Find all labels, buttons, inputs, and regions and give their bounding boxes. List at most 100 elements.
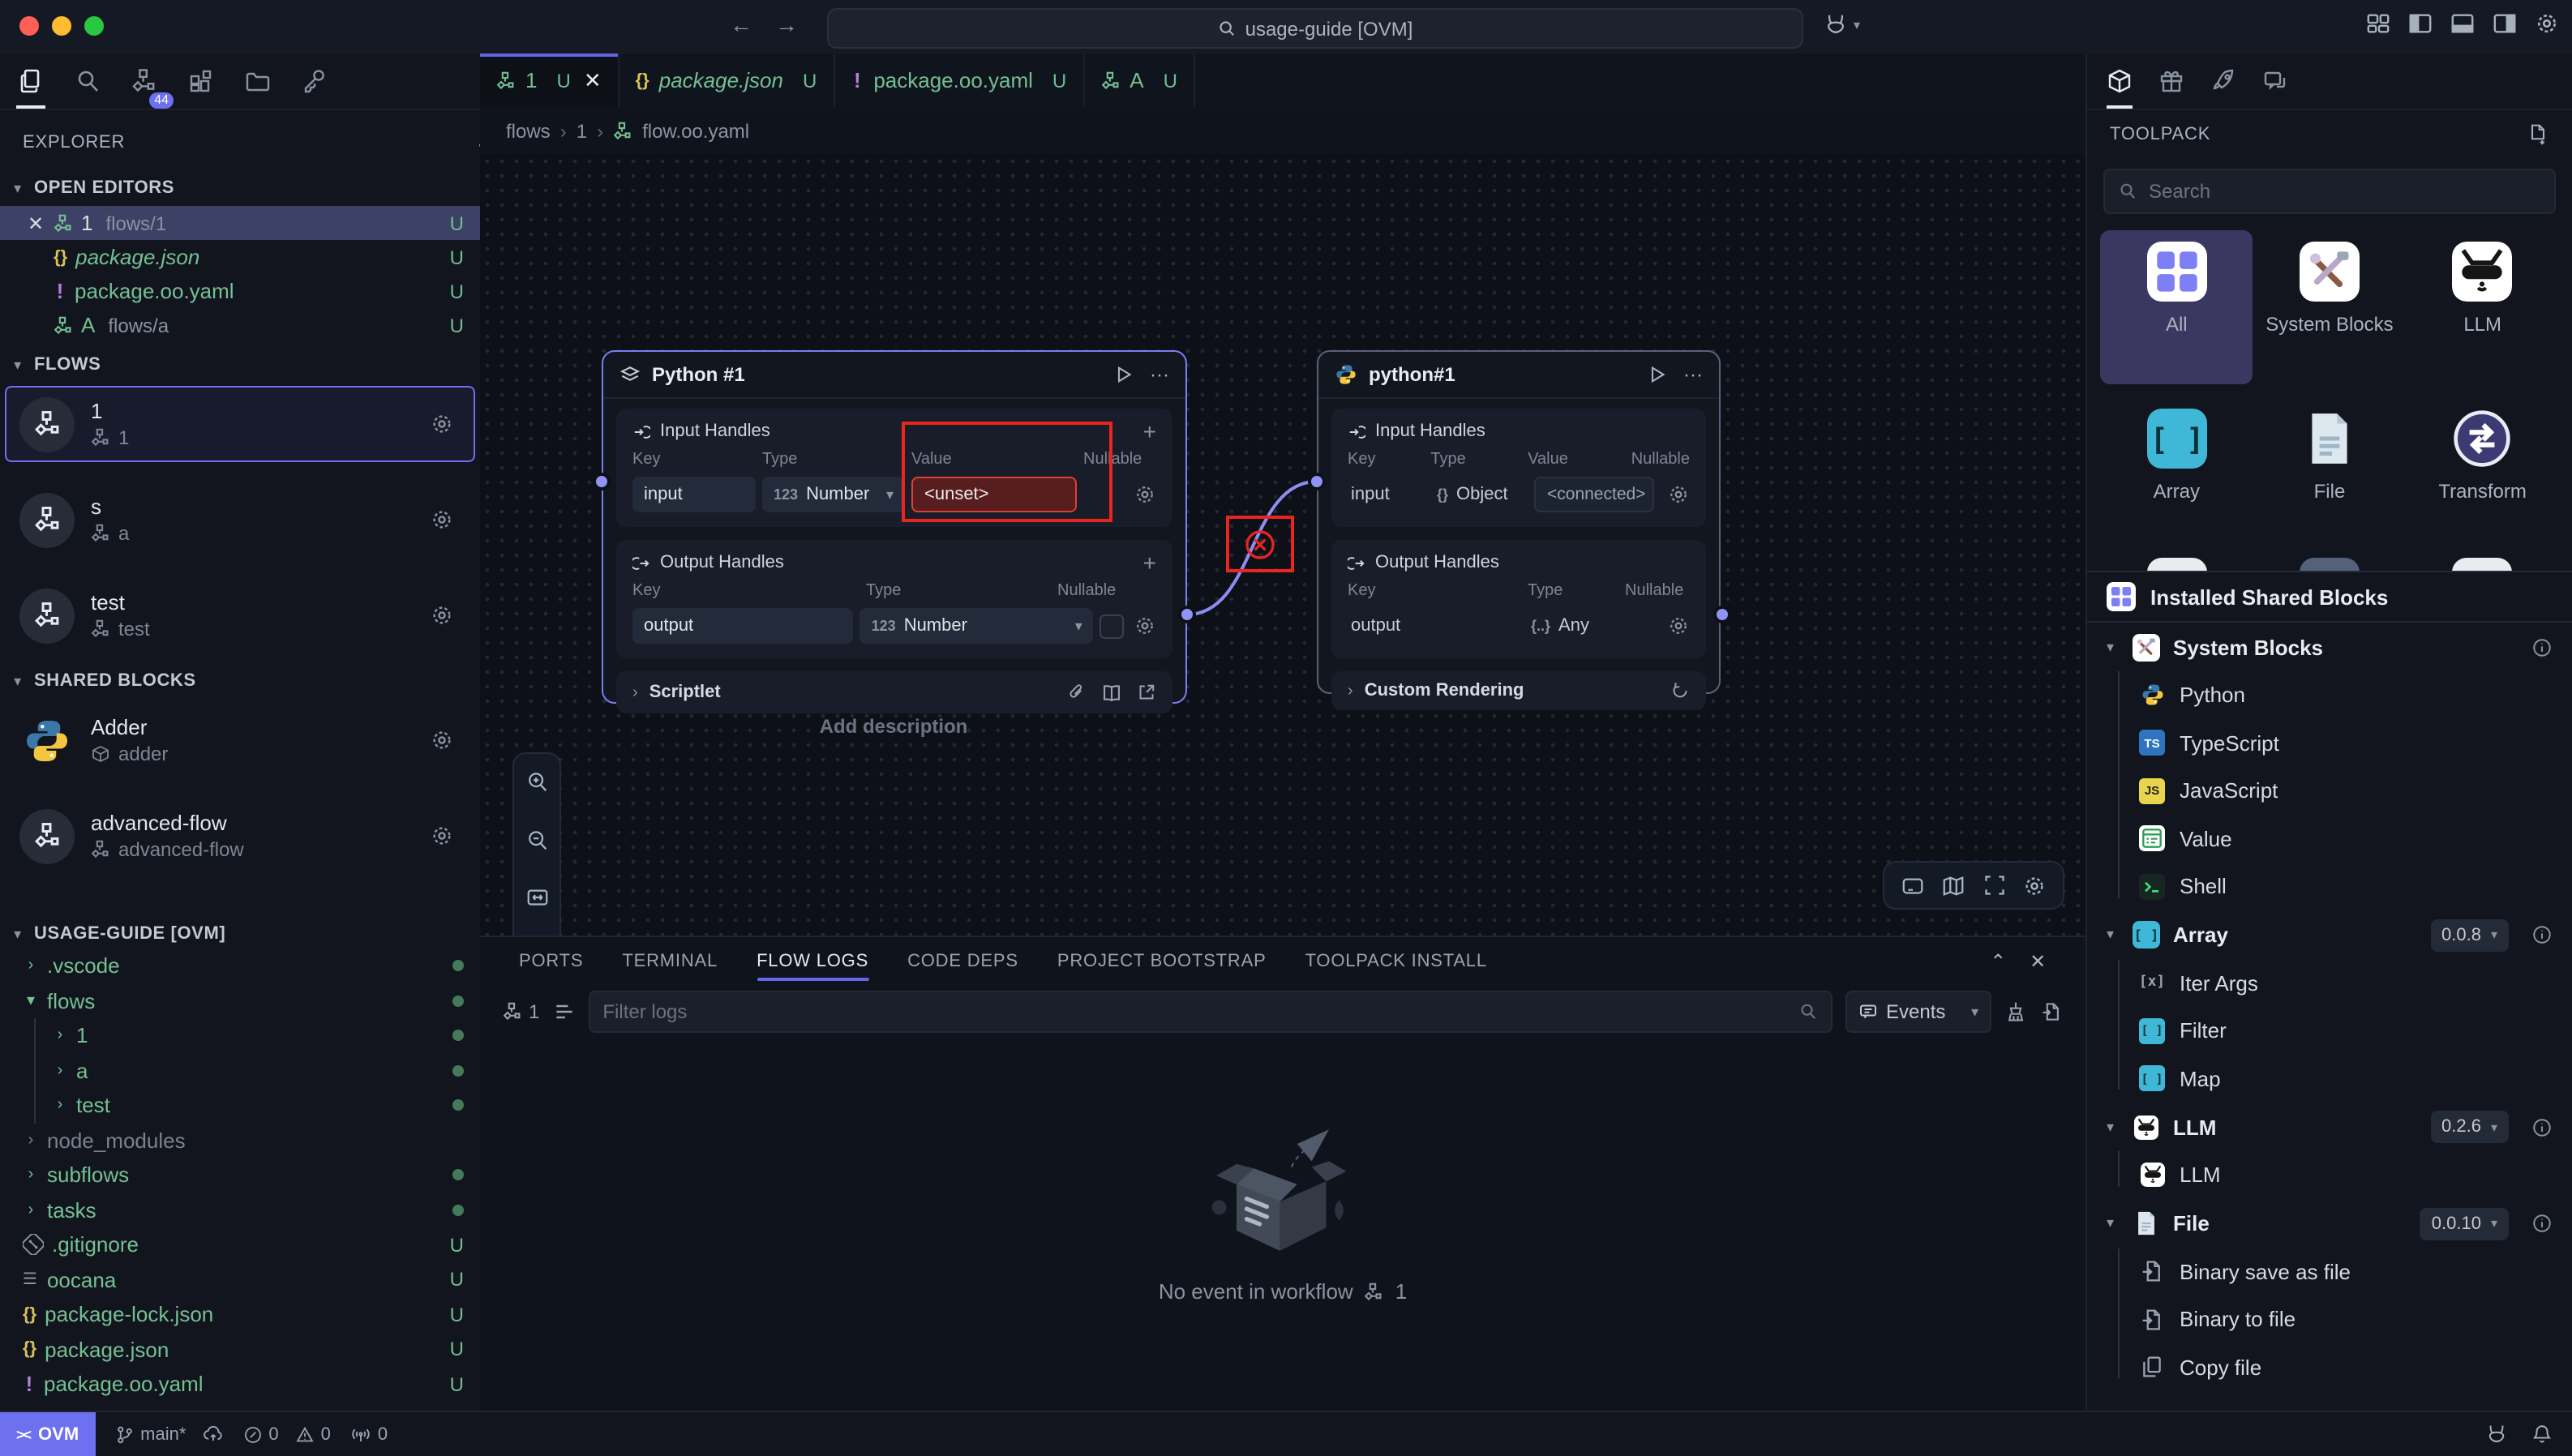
block-item-map[interactable]: [ ]Map	[2087, 1055, 2572, 1103]
editor-tab-package.oo.yaml[interactable]: !package.oo.yamlU	[834, 54, 1084, 107]
panel-tab-project-bootstrap[interactable]: PROJECT BOOTSTRAP	[1057, 937, 1267, 986]
git-branch-status[interactable]: main*	[114, 1424, 223, 1445]
key-view-icon[interactable]	[297, 58, 332, 104]
add-input-icon[interactable]: +	[1143, 418, 1156, 444]
block-item-copy-file[interactable]: Copy file	[2087, 1343, 2572, 1391]
forward-icon[interactable]: →	[775, 11, 798, 37]
tree-item-oocana[interactable]: ☰oocanaU	[0, 1262, 480, 1297]
toggle-right-sidebar-icon[interactable]	[2493, 11, 2517, 36]
collapse-panel-icon[interactable]: ⌃	[1990, 950, 2007, 973]
breadcrumb-item[interactable]: flows	[506, 119, 551, 142]
remote-indicator[interactable]: >< OVM	[0, 1412, 95, 1456]
open-book-icon[interactable]	[1101, 682, 1122, 703]
nullable-checkbox[interactable]	[1100, 614, 1124, 638]
shared-block-card-Adder[interactable]: Adderadder	[5, 702, 475, 778]
close-panel-icon[interactable]: ✕	[2030, 950, 2047, 973]
block-item-binary-save-as-file[interactable]: Binary save as file	[2087, 1248, 2572, 1295]
block-item-llm[interactable]: LLM	[2087, 1151, 2572, 1199]
open-editor-item[interactable]: {}package.jsonU	[0, 240, 480, 274]
refresh-icon[interactable]	[1670, 681, 1690, 700]
node-header[interactable]: Python #1 ···	[603, 352, 1185, 399]
block-item-filter[interactable]: [ ]Filter	[2087, 1007, 2572, 1055]
toolpack-tab-icon[interactable]	[2107, 54, 2133, 109]
explorer-view-icon[interactable]	[13, 58, 49, 104]
gift-tab-icon[interactable]	[2158, 54, 2184, 109]
flow-card-test[interactable]: testtest	[5, 577, 475, 653]
category-array[interactable]: [ ]Array	[2100, 397, 2253, 551]
run-node-icon[interactable]	[1648, 363, 1667, 386]
tree-item-a[interactable]: ›a	[0, 1053, 480, 1088]
close-icon[interactable]: ✕	[26, 212, 45, 234]
flow-card-1[interactable]: 11	[5, 386, 475, 462]
flow-node-python-hash-1[interactable]: python#1 ··· Input Handles Key Type Valu…	[1317, 350, 1721, 694]
log-list-icon[interactable]	[552, 1000, 575, 1023]
card-settings-icon[interactable]	[430, 824, 454, 848]
info-icon[interactable]	[2531, 636, 2553, 657]
flows-header[interactable]: ▾ FLOWS	[0, 347, 480, 383]
run-node-icon[interactable]	[1114, 363, 1134, 386]
info-icon[interactable]	[2531, 924, 2553, 945]
blocks-view-icon[interactable]	[183, 58, 219, 104]
fullscreen-icon[interactable]	[1983, 874, 2005, 897]
tree-item-flows[interactable]: ▾flows	[0, 983, 480, 1018]
canvas-settings-icon[interactable]	[2022, 873, 2047, 897]
card-settings-icon[interactable]	[430, 728, 454, 752]
attach-icon[interactable]	[1067, 682, 1087, 703]
scriptlet-section[interactable]: › Scriptlet	[616, 671, 1172, 713]
card-settings-icon[interactable]	[430, 507, 454, 532]
open-editor-item[interactable]: Aflows/aU	[0, 308, 480, 342]
block-group-file[interactable]: ▾File0.0.10▾	[2087, 1199, 2572, 1248]
node-more-icon[interactable]: ···	[1683, 363, 1703, 386]
input-value-field[interactable]: <connected>	[1534, 477, 1654, 512]
category-file[interactable]: File	[2253, 397, 2407, 551]
category-transform[interactable]: Transform	[2406, 397, 2559, 551]
zoom-window-button[interactable]	[84, 16, 104, 36]
block-item-javascript[interactable]: JSJavaScript	[2087, 767, 2572, 815]
block-item-iter-args[interactable]: [x]Iter Args	[2087, 959, 2572, 1007]
settings-gear-icon[interactable]	[2535, 11, 2559, 36]
version-select[interactable]: 0.0.10▾	[2420, 1207, 2509, 1240]
breadcrumb-item[interactable]: flow.oo.yaml	[642, 119, 749, 142]
editor-tab-A[interactable]: AU	[1084, 54, 1195, 107]
flows-view-icon[interactable]: 44	[126, 58, 162, 104]
block-item-typescript[interactable]: TSTypeScript	[2087, 719, 2572, 767]
handle-settings-icon[interactable]	[1134, 483, 1156, 506]
zoom-in-icon[interactable]	[525, 771, 549, 795]
node-more-icon[interactable]: ···	[1150, 363, 1169, 386]
version-select[interactable]: 0.0.8▾	[2430, 919, 2509, 951]
block-item-shell[interactable]: Shell	[2087, 863, 2572, 910]
oomol-rabbit-icon[interactable]	[2484, 1422, 2509, 1446]
category-llm[interactable]: LLM	[2406, 230, 2559, 384]
minimap-icon[interactable]	[1942, 873, 1966, 897]
panel-tab-ports[interactable]: PORTS	[519, 937, 583, 986]
tree-item-1[interactable]: ›1	[0, 1018, 480, 1053]
input-key-field[interactable]: input	[632, 477, 756, 512]
panel-tab-terminal[interactable]: TERMINAL	[622, 937, 718, 986]
info-icon[interactable]	[2531, 1213, 2553, 1234]
input-type-select[interactable]: 123Number▾	[762, 477, 905, 512]
tree-item-.vscode[interactable]: ›.vscode	[0, 949, 480, 983]
custom-rendering-section[interactable]: › Custom Rendering	[1331, 671, 1706, 710]
category-all[interactable]: All	[2100, 230, 2253, 384]
output-type-select[interactable]: 123Number▾	[860, 608, 1094, 644]
block-item-value[interactable]: Value	[2087, 815, 2572, 863]
open-editor-item[interactable]: ✕1flows/1U	[0, 206, 480, 240]
console-icon[interactable]	[1901, 873, 1925, 897]
close-window-button[interactable]	[19, 16, 39, 36]
info-icon[interactable]	[2531, 1116, 2553, 1137]
tree-item-package.oo.yaml[interactable]: !package.oo.yamlU	[0, 1367, 480, 1402]
shared-block-card-advanced-flow[interactable]: advanced-flowadvanced-flow	[5, 798, 475, 874]
back-icon[interactable]: ←	[730, 11, 752, 37]
toggle-left-sidebar-icon[interactable]	[2408, 11, 2433, 36]
block-item-python[interactable]: Python	[2087, 671, 2572, 719]
add-output-icon[interactable]: +	[1143, 550, 1156, 576]
card-settings-icon[interactable]	[430, 412, 454, 436]
card-settings-icon[interactable]	[430, 603, 454, 627]
editor-tab-package.json[interactable]: {}package.jsonU	[619, 54, 835, 107]
shared-blocks-header[interactable]: ▾ SHARED BLOCKS	[0, 663, 480, 699]
rocket-tab-icon[interactable]	[2210, 54, 2236, 109]
block-group-array[interactable]: ▾[ ]Array0.0.8▾	[2087, 910, 2572, 959]
handle-settings-icon[interactable]	[1667, 615, 1690, 637]
block-item-binary-to-file[interactable]: Binary to file	[2087, 1295, 2572, 1343]
close-tab-icon[interactable]: ✕	[584, 67, 602, 93]
